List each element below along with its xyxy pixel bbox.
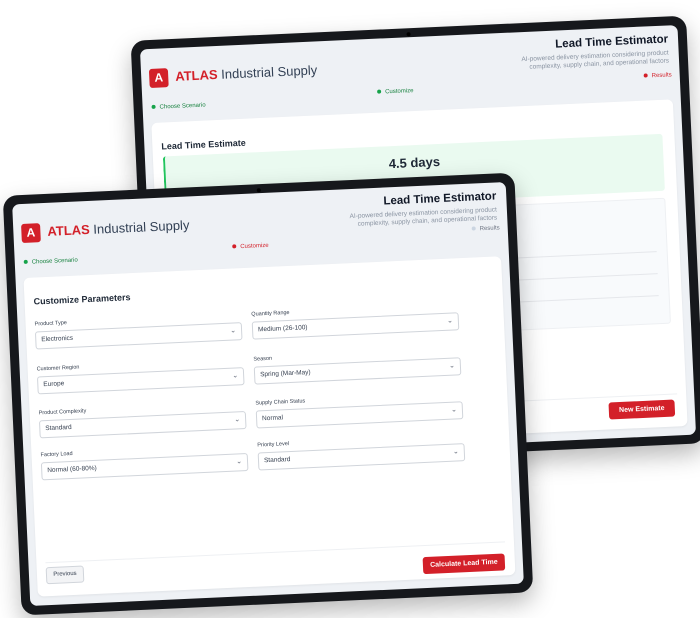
step-label: Results xyxy=(479,225,500,233)
chevron-down-icon: ⌄ xyxy=(230,327,237,335)
season-select[interactable]: Spring (Mar-May) ⌄ xyxy=(253,357,462,385)
tablet-customize: A ATLAS Industrial Supply Lead Time Esti… xyxy=(2,172,534,616)
new-estimate-button[interactable]: New Estimate xyxy=(608,399,676,420)
dot-icon xyxy=(151,105,156,110)
camera-dot xyxy=(406,32,411,37)
step-results[interactable]: Results xyxy=(471,225,500,233)
step-results[interactable]: Results xyxy=(643,72,672,80)
chevron-down-icon: ⌄ xyxy=(446,317,454,325)
brand-name-rest: Industrial Supply xyxy=(220,62,318,82)
select-value: Medium (26-100) xyxy=(257,324,308,334)
select-value: Europe xyxy=(43,380,65,389)
customer-region-field: Customer Region Europe ⌄ xyxy=(36,357,245,395)
step-customize[interactable]: Customize xyxy=(377,88,414,96)
chevron-down-icon: ⌄ xyxy=(448,362,456,370)
factory-load-select[interactable]: Normal (60-80%) ⌄ xyxy=(40,452,249,481)
quantity-range-field: Quantity Range Medium (26-100) ⌄ xyxy=(251,302,460,340)
customize-screen: A ATLAS Industrial Supply Lead Time Esti… xyxy=(12,182,524,606)
chevron-down-icon: ⌄ xyxy=(232,372,239,380)
supply-chain-status-select[interactable]: Normal ⌄ xyxy=(255,401,464,429)
atlas-logo-icon: A xyxy=(21,223,41,244)
brand-name-rest: Industrial Supply xyxy=(93,217,190,237)
brand-name: ATLAS Industrial Supply xyxy=(47,217,190,238)
camera-dot xyxy=(256,188,261,193)
calculate-lead-time-button[interactable]: Calculate Lead Time xyxy=(422,553,506,575)
select-value: Spring (Mar-May) xyxy=(259,369,311,379)
previous-button[interactable]: Previous xyxy=(45,565,85,585)
product-type-select[interactable]: Electronics ⌄ xyxy=(34,322,243,350)
factory-load-field: Factory Load Normal (60-80%) ⌄ xyxy=(40,443,249,481)
product-type-field: Product Type Electronics ⌄ xyxy=(34,312,243,350)
step-choose-scenario[interactable]: Choose Scenario xyxy=(151,102,206,111)
brand-name-strong: ATLAS xyxy=(47,221,91,239)
atlas-logo-icon: A xyxy=(148,68,169,89)
chevron-down-icon: ⌄ xyxy=(450,406,458,414)
step-choose-scenario[interactable]: Choose Scenario xyxy=(23,257,78,266)
season-field: Season Spring (Mar-May) ⌄ xyxy=(253,347,462,385)
dot-icon xyxy=(471,226,476,232)
chevron-down-icon: ⌄ xyxy=(452,448,459,456)
card-title: Lead Time Estimate xyxy=(161,137,246,152)
select-value: Standard xyxy=(45,423,72,433)
step-label: Customize xyxy=(385,88,414,96)
select-value: Electronics xyxy=(41,334,74,344)
supply-chain-status-field: Supply Chain Status Normal ⌄ xyxy=(255,391,464,429)
dot-icon xyxy=(23,260,28,265)
dot-icon xyxy=(643,73,648,79)
app-subtitle: AI-powered delivery estimation consideri… xyxy=(521,49,670,71)
app-title: Lead Time Estimator xyxy=(555,33,669,51)
chevron-down-icon: ⌄ xyxy=(236,458,243,466)
priority-level-select[interactable]: Standard ⌄ xyxy=(257,443,466,471)
customize-card: Customize Parameters Product Type Electr… xyxy=(23,256,516,597)
step-label: Choose Scenario xyxy=(159,102,206,111)
dot-icon xyxy=(232,244,237,249)
brand-name: ATLAS Industrial Supply xyxy=(175,62,318,83)
step-label: Customize xyxy=(240,242,269,251)
select-value: Normal xyxy=(261,414,284,423)
customer-region-select[interactable]: Europe ⌄ xyxy=(36,367,245,395)
app-title: Lead Time Estimator xyxy=(383,190,497,208)
select-value: Normal (60-80%) xyxy=(47,464,97,475)
priority-level-field: Priority Level Standard ⌄ xyxy=(257,433,466,471)
step-customize[interactable]: Customize xyxy=(232,243,269,251)
card-title: Customize Parameters xyxy=(33,292,131,307)
dot-icon xyxy=(377,89,382,95)
brand-name-strong: ATLAS xyxy=(174,66,218,84)
quantity-range-select[interactable]: Medium (26-100) ⌄ xyxy=(251,312,460,340)
product-complexity-select[interactable]: Standard ⌄ xyxy=(38,411,247,439)
product-complexity-field: Product Complexity Standard ⌄ xyxy=(38,401,247,439)
step-label: Choose Scenario xyxy=(31,257,78,266)
step-label: Results xyxy=(651,72,672,80)
chevron-down-icon: ⌄ xyxy=(234,416,241,424)
select-value: Standard xyxy=(263,456,291,465)
